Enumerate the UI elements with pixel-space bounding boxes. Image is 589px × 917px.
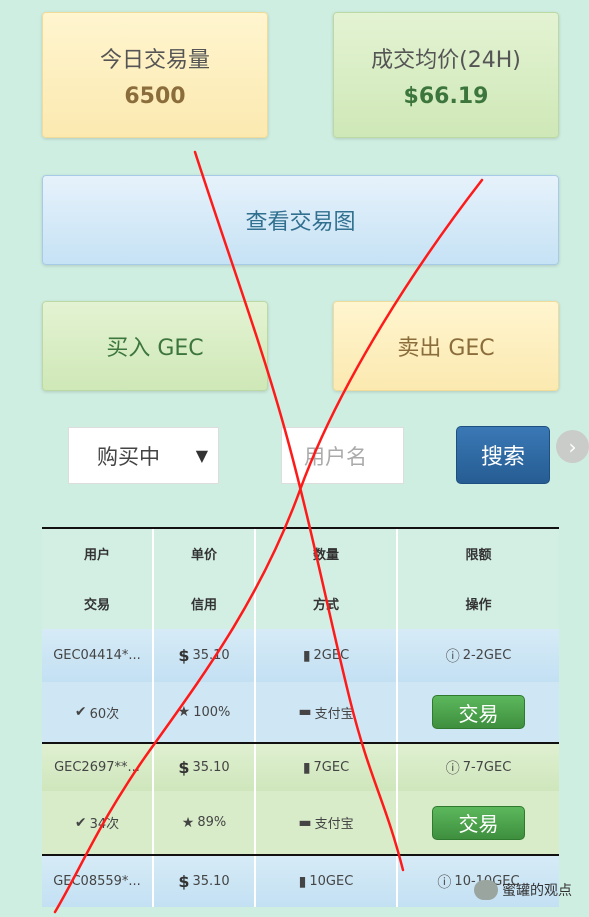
search-button[interactable]: 搜索: [456, 426, 550, 484]
check-circle-icon: ✔: [74, 704, 87, 720]
order-trades: ✔ 34次: [42, 791, 154, 854]
bar-chart-icon: ▮: [302, 759, 311, 776]
order-credit-value: 100%: [193, 704, 231, 720]
order-price: $35.10: [154, 629, 256, 682]
info-icon: ⓘ: [445, 760, 460, 777]
dollar-icon: $: [178, 646, 190, 665]
order-price-value: 35.10: [192, 760, 230, 775]
view-chart-button[interactable]: 查看交易图: [42, 175, 559, 265]
volume-value: 6500: [124, 83, 186, 109]
chevron-right-icon[interactable]: ›: [556, 430, 589, 463]
order-method: ▬ 支付宝: [256, 791, 398, 854]
order-price-value: 35.10: [192, 648, 230, 663]
table-header-row: 交易 信用 方式 操作: [42, 578, 559, 629]
table-row: ✔ 34次 ★ 89% ▬ 支付宝 交易: [42, 791, 559, 854]
order-method: ▬ 支付宝: [256, 682, 398, 742]
order-price: $35.10: [154, 744, 256, 791]
info-icon: ⓘ: [437, 874, 452, 891]
search-label: 搜索: [480, 445, 525, 470]
avg-price-label: 成交均价(24H): [371, 47, 521, 73]
bar-chart-icon: ▮: [302, 647, 311, 664]
trade-button[interactable]: 交易: [432, 805, 525, 840]
wechat-icon: [474, 880, 498, 900]
order-quantity: ▮ 2GEC: [256, 629, 398, 682]
star-icon: ★: [181, 814, 195, 831]
trade-button[interactable]: 交易: [432, 695, 525, 729]
status-select[interactable]: 购买中 ▼: [68, 427, 219, 484]
order-quantity-value: 10GEC: [309, 874, 354, 889]
table-header-row: 用户 单价 数量 限额: [42, 527, 559, 578]
order-quantity-value: 7GEC: [313, 760, 350, 775]
header-limit: 限额: [465, 548, 492, 563]
buy-label: 买入 GEC: [106, 336, 204, 361]
watermark: 蜜罐的观点: [474, 880, 572, 900]
order-action: 交易: [398, 682, 559, 742]
order-price-value: 35.10: [192, 874, 230, 889]
table-row: ✔ 60次 ★ 100% ▬ 支付宝 交易: [42, 682, 559, 742]
credit-card-icon: ▬: [298, 704, 312, 720]
sell-button[interactable]: 卖出 GEC: [333, 301, 559, 391]
order-method-value: 支付宝: [314, 817, 354, 832]
order-credit: ★ 89%: [154, 791, 256, 854]
order-trades-value: 34次: [89, 817, 120, 832]
header-method: 方式: [256, 578, 398, 629]
order-user: GEC2697**...: [42, 744, 154, 791]
order-action: 交易: [398, 791, 559, 854]
order-limit: ⓘ 7-7GEC: [398, 744, 559, 791]
star-icon: ★: [177, 704, 191, 720]
header-trades: 交易: [42, 578, 154, 629]
avg-price-value: $66.19: [403, 83, 489, 109]
check-circle-icon: ✔: [74, 814, 87, 831]
order-limit-value: 7-7GEC: [462, 760, 512, 775]
order-user: GEC04414*...: [42, 629, 154, 682]
order-method-value: 支付宝: [314, 706, 354, 722]
order-trades: ✔ 60次: [42, 682, 154, 742]
sell-label: 卖出 GEC: [397, 336, 495, 361]
header-quantity: 数量: [256, 529, 398, 578]
order-credit: ★ 100%: [154, 682, 256, 742]
credit-card-icon: ▬: [298, 814, 312, 831]
table-row: GEC2697**... $35.10 ▮ 7GEC ⓘ 7-7GEC: [42, 742, 559, 791]
dropdown-caret-icon: ▼: [195, 446, 208, 465]
header-user: 用户: [42, 529, 154, 578]
orders-table: 用户 单价 数量 限额 交易 信用 方式 操作 GEC04414*... $35…: [42, 527, 559, 907]
order-quantity-value: 2GEC: [313, 648, 350, 663]
order-limit-value: 2-2GEC: [462, 648, 512, 663]
order-credit-value: 89%: [197, 815, 227, 830]
order-quantity: ▮ 10GEC: [256, 856, 398, 907]
header-price: 单价: [154, 529, 256, 578]
view-chart-label: 查看交易图: [245, 210, 356, 235]
dollar-icon: $: [178, 758, 190, 777]
order-price: $35.10: [154, 856, 256, 907]
status-select-value: 购买中: [97, 444, 160, 469]
buy-button[interactable]: 买入 GEC: [42, 301, 268, 391]
bar-chart-icon: ▮: [298, 873, 307, 890]
avg-price-card: 成交均价(24H) $66.19: [333, 12, 559, 138]
volume-label: 今日交易量: [99, 47, 210, 73]
username-input[interactable]: 用户名: [281, 427, 404, 484]
order-quantity: ▮ 7GEC: [256, 744, 398, 791]
order-user: GEC08559*...: [42, 856, 154, 907]
volume-card: 今日交易量 6500: [42, 12, 268, 138]
header-credit: 信用: [154, 578, 256, 629]
username-placeholder: 用户名: [304, 444, 367, 469]
order-trades-value: 60次: [89, 706, 120, 722]
info-icon: ⓘ: [445, 648, 460, 665]
dollar-icon: $: [178, 872, 190, 891]
order-limit: ⓘ 2-2GEC: [398, 629, 559, 682]
table-row: GEC04414*... $35.10 ▮ 2GEC ⓘ 2-2GEC: [42, 629, 559, 682]
header-action: 操作: [465, 598, 492, 613]
watermark-text: 蜜罐的观点: [502, 883, 572, 899]
